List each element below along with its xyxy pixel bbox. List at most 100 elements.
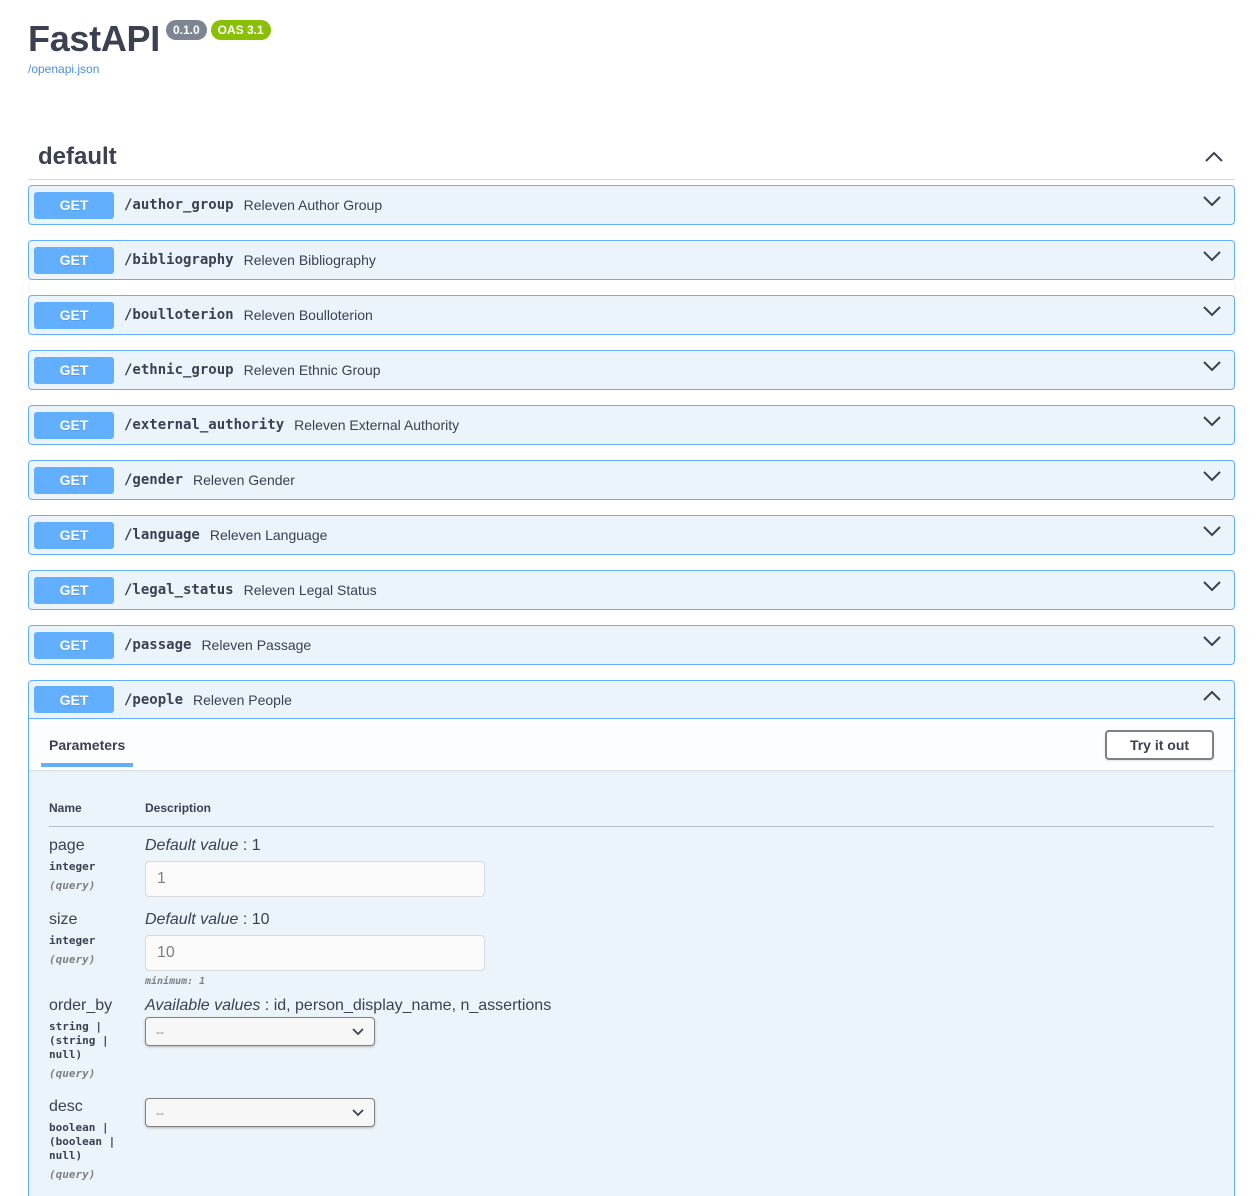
param-name: page: [49, 837, 85, 854]
method-badge: GET: [34, 356, 114, 384]
parameters-table-header: Name Description: [49, 790, 1214, 827]
operation-language[interactable]: GET /language Releven Language: [28, 515, 1235, 555]
param-description: Default value : 1: [145, 837, 1214, 855]
param-location: (query): [49, 1067, 96, 1080]
chevron-down-icon[interactable]: [1202, 634, 1222, 652]
default-value: : 1: [242, 837, 261, 854]
operation-summary: Releven Ethnic Group: [243, 362, 381, 378]
default-value-label: Default value: [145, 837, 239, 854]
select-value: --: [156, 1105, 164, 1120]
operation-path: /people: [124, 691, 184, 708]
param-description: Default value : 10: [145, 911, 1214, 929]
chevron-down-icon[interactable]: [1202, 304, 1222, 322]
operation-path: /boulloterion: [124, 307, 234, 323]
operation-summary: Releven External Authority: [294, 417, 460, 433]
param-row-size: size integer (query) Default value : 10 …: [49, 911, 1214, 987]
operation-author-group[interactable]: GET /author_group Releven Author Group: [28, 185, 1235, 225]
chevron-down-icon: [352, 1027, 364, 1035]
chevron-down-icon[interactable]: [1202, 359, 1222, 377]
column-name-header: Name: [49, 801, 82, 815]
operation-legal-status[interactable]: GET /legal_status Releven Legal Status: [28, 570, 1235, 610]
tab-parameters[interactable]: Parameters: [41, 719, 134, 770]
method-badge: GET: [34, 686, 114, 713]
operation-summary: Releven Legal Status: [243, 582, 377, 598]
operation-path: /language: [124, 527, 200, 543]
available-values-label: Available values: [145, 997, 261, 1014]
method-badge: GET: [34, 301, 114, 329]
operation-people-summary[interactable]: GET /people Releven People: [29, 681, 1234, 719]
method-badge: GET: [34, 191, 114, 219]
oas-badge: OAS 3.1: [210, 20, 271, 40]
param-type-line: null): [49, 1048, 83, 1061]
page-input[interactable]: 1: [145, 861, 485, 897]
order-by-select[interactable]: --: [145, 1017, 375, 1046]
operation-path: /passage: [124, 637, 192, 653]
operation-path: /gender: [124, 472, 184, 488]
param-type-line: boolean |: [49, 1121, 109, 1134]
param-name: size: [49, 911, 78, 928]
operation-people: GET /people Releven People Parameters Tr…: [28, 680, 1235, 1196]
desc-select[interactable]: --: [145, 1098, 375, 1127]
version-badge: 0.1.0: [165, 20, 207, 40]
param-row-page: page integer (query) Default value : 1 1: [49, 837, 1214, 897]
param-name: desc: [49, 1098, 83, 1115]
chevron-down-icon[interactable]: [1202, 579, 1222, 597]
operation-path: /ethnic_group: [124, 362, 234, 378]
parameters-table: Name Description page integer (query) De…: [29, 770, 1234, 1196]
operation-external-authority[interactable]: GET /external_authority Releven External…: [28, 405, 1235, 445]
param-location: (query): [49, 879, 96, 892]
chevron-down-icon[interactable]: [1202, 249, 1222, 267]
param-type-line: (string |: [49, 1034, 109, 1047]
operation-boulloterion[interactable]: GET /boulloterion Releven Boulloterion: [28, 295, 1235, 335]
operation-summary: Releven Bibliography: [243, 252, 376, 268]
chevron-up-icon[interactable]: [1202, 689, 1222, 707]
param-type-line: null): [49, 1149, 83, 1162]
chevron-down-icon: [352, 1108, 364, 1116]
operation-summary: Releven People: [193, 691, 292, 708]
minimum-constraint: minimum: 1: [145, 976, 206, 987]
operation-summary: Releven Author Group: [243, 197, 383, 213]
param-row-order-by: order_by string | (string | null) (query…: [49, 997, 1214, 1080]
column-description-header: Description: [145, 801, 212, 815]
param-location: (query): [49, 1168, 96, 1181]
method-badge: GET: [34, 411, 114, 439]
select-value: --: [156, 1024, 164, 1039]
method-badge: GET: [34, 576, 114, 604]
available-values: : id, person_display_name, n_assertions: [264, 997, 552, 1014]
operation-path: /legal_status: [124, 582, 234, 598]
param-name: order_by: [49, 997, 113, 1014]
operation-path: /bibliography: [124, 252, 234, 268]
chevron-down-icon[interactable]: [1202, 414, 1222, 432]
method-badge: GET: [34, 246, 114, 274]
operation-ethnic-group[interactable]: GET /ethnic_group Releven Ethnic Group: [28, 350, 1235, 390]
chevron-up-icon[interactable]: [1203, 146, 1225, 168]
param-type: integer: [49, 860, 96, 873]
param-type: boolean | (boolean | null): [49, 1121, 145, 1163]
operation-path: /author_group: [124, 197, 234, 213]
param-type-line: string |: [49, 1020, 102, 1033]
param-row-desc: desc boolean | (boolean | null) (query) …: [49, 1098, 1214, 1181]
operation-passage[interactable]: GET /passage Releven Passage: [28, 625, 1235, 665]
size-input[interactable]: 10: [145, 935, 485, 971]
param-type-line: (boolean |: [49, 1135, 116, 1148]
method-badge: GET: [34, 521, 114, 549]
chevron-down-icon[interactable]: [1202, 194, 1222, 212]
chevron-down-icon[interactable]: [1202, 524, 1222, 542]
default-value-label: Default value: [145, 911, 239, 928]
page-header: FastAPI 0.1.0 OAS 3.1 /openapi.json: [28, 18, 271, 76]
operation-path: /external_authority: [124, 417, 285, 433]
chevron-down-icon[interactable]: [1202, 469, 1222, 487]
openapi-json-link[interactable]: /openapi.json: [28, 62, 271, 76]
operation-summary: Releven Gender: [193, 472, 295, 488]
default-value: : 10: [242, 911, 270, 928]
param-description: Available values : id, person_display_na…: [145, 997, 1214, 1015]
operations-list: GET /author_group Releven Author Group G…: [28, 185, 1235, 1196]
parameters-header: Parameters Try it out: [29, 719, 1234, 770]
method-badge: GET: [34, 631, 114, 659]
operation-bibliography[interactable]: GET /bibliography Releven Bibliography: [28, 240, 1235, 280]
try-it-out-button[interactable]: Try it out: [1105, 729, 1214, 760]
param-type: string | (string | null): [49, 1020, 145, 1062]
tag-section-header[interactable]: default: [28, 134, 1235, 180]
operation-gender[interactable]: GET /gender Releven Gender: [28, 460, 1235, 500]
operation-summary: Releven Boulloterion: [243, 307, 373, 323]
